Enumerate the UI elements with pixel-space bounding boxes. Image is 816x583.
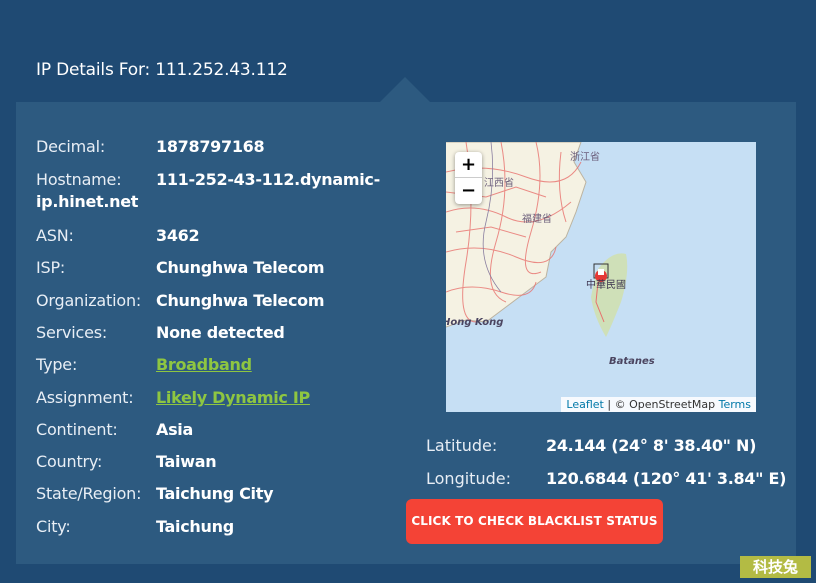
terms-link[interactable]: Terms (719, 398, 751, 411)
map-label-fujian: 福建省 (522, 214, 552, 225)
detail-label: Hostname: (36, 170, 122, 189)
detail-label: Organization: (36, 291, 142, 310)
detail-label: Continent: (36, 420, 118, 439)
detail-label: Decimal: (36, 137, 106, 156)
detail-value: Taichung City (156, 484, 274, 503)
assignment-link[interactable]: Likely Dynamic IP (156, 388, 310, 407)
detail-label: Services: (36, 323, 108, 342)
type-link[interactable]: Broadband (156, 355, 252, 374)
detail-value: Asia (156, 420, 193, 439)
zoom-out-button[interactable]: − (455, 177, 482, 203)
detail-value: None detected (156, 323, 285, 342)
map-zoom-control: + − (455, 152, 482, 204)
detail-label: State/Region: (36, 484, 142, 503)
detail-value: 111-252-43-112.dynamic- (156, 170, 380, 189)
hostname-continuation: ip.hinet.net (36, 192, 139, 211)
detail-value: 3462 (156, 226, 200, 245)
detail-value: Chunghwa Telecom (156, 258, 325, 277)
page-title: IP Details For: 111.252.43.112 (36, 60, 288, 80)
map-attribution: Leaflet | © OpenStreetMap Terms (561, 397, 756, 412)
location-map[interactable]: 浙江省 江西省 福建省 中華民國 Hong Kong Batanes + − L… (446, 142, 756, 412)
map-label-hongkong: Hong Kong (446, 317, 504, 328)
attribution-text: | © OpenStreetMap (603, 398, 719, 411)
map-label-zhejiang: 浙江省 (570, 152, 600, 163)
detail-value: 1878797168 (156, 137, 265, 156)
detail-value: Taiwan (156, 452, 217, 471)
detail-value: Chunghwa Telecom (156, 291, 325, 310)
watermark: 科技兔 (740, 556, 811, 578)
leaflet-link[interactable]: Leaflet (566, 398, 603, 411)
latitude-value: 24.144 (24° 8' 38.40" N) (546, 436, 757, 455)
detail-label: Country: (36, 452, 103, 471)
panel-notch (379, 77, 431, 103)
detail-label: ISP: (36, 258, 66, 277)
zoom-in-button[interactable]: + (455, 152, 482, 177)
longitude-value: 120.6844 (120° 41' 3.84" E) (546, 469, 787, 488)
map-label-batanes: Batanes (609, 356, 655, 367)
detail-value: Taichung (156, 517, 234, 536)
map-label-jiangxi: 江西省 (484, 178, 514, 189)
detail-label: ASN: (36, 226, 74, 245)
latitude-label: Latitude: (426, 436, 498, 455)
detail-label: City: (36, 517, 71, 536)
longitude-label: Longitude: (426, 469, 511, 488)
detail-label: Type: (36, 355, 78, 374)
check-blacklist-button[interactable]: CLICK TO CHECK BLACKLIST STATUS (406, 499, 663, 544)
map-label-taiwan: 中華民國 (586, 280, 626, 291)
detail-label: Assignment: (36, 388, 134, 407)
